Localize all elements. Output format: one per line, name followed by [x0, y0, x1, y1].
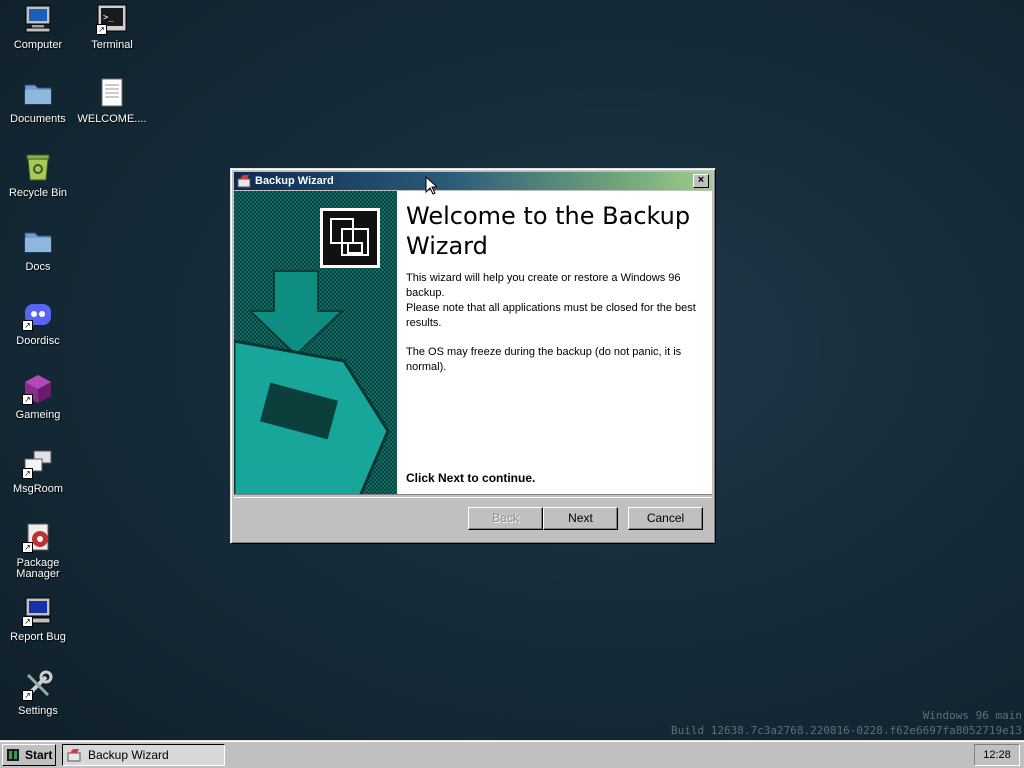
start-label: Start [25, 748, 53, 762]
wizard-sidebar-graphic [234, 191, 397, 494]
start-logo-icon [7, 749, 19, 761]
build-watermark-line2: Build 12638.7c3a2768.220816-0228.f62e669… [671, 724, 1022, 737]
close-button[interactable]: × [693, 174, 709, 188]
desktop-icon-label: Computer [13, 39, 63, 51]
shortcut-arrow-icon: ↗ [22, 542, 33, 553]
folder-icon [22, 225, 54, 257]
desktop-icon-label: Recycle Bin [8, 187, 68, 199]
backup-app-icon [237, 175, 251, 188]
desktop-icon-label: Settings [18, 705, 58, 717]
taskbar: Start Backup Wizard 12:28 [0, 740, 1024, 768]
computer-icon [22, 3, 54, 35]
desktop-icon-documents[interactable]: Documents [2, 77, 74, 125]
desktop-icon-settings[interactable]: ↗ Settings [2, 669, 74, 717]
mouse-cursor-icon [425, 176, 437, 195]
desktop-icon-label: Terminal [91, 39, 133, 51]
cancel-button[interactable]: Cancel [628, 507, 703, 530]
window-title: Backup Wizard [255, 175, 334, 187]
shortcut-arrow-icon: ↗ [96, 24, 107, 35]
shortcut-arrow-icon: ↗ [22, 616, 33, 627]
build-watermark-line1: Windows 96 main [922, 709, 1022, 722]
doordisc-icon: ↗ [22, 299, 54, 331]
backup-wizard-window: Backup Wizard × Welcome to the Backup Wi… [230, 168, 716, 544]
report-bug-icon: ↗ [22, 595, 54, 627]
desktop-icon-label: Report Bug [10, 631, 66, 643]
continue-hint: Click Next to continue. [406, 471, 536, 485]
wizard-description-2: Please note that all applications must b… [406, 302, 696, 329]
shortcut-arrow-icon: ↗ [22, 468, 33, 479]
game-cube-icon: ↗ [22, 373, 54, 405]
desktop-icon-terminal[interactable]: >_ ↗ Terminal [76, 3, 148, 51]
desktop-icon-computer[interactable]: Computer [2, 3, 74, 51]
desktop-icon-label: Documents [10, 113, 66, 125]
shortcut-arrow-icon: ↗ [22, 394, 33, 405]
taskbar-item-label: Backup Wizard [88, 748, 169, 762]
recycle-bin-icon [22, 151, 54, 183]
text-file-icon [96, 77, 128, 109]
shortcut-arrow-icon: ↗ [22, 320, 33, 331]
desktop-icon-label: Package Manager [16, 557, 60, 580]
wizard-heading: Welcome to the Backup Wizard [406, 202, 691, 260]
backup-app-icon [67, 749, 81, 762]
wizard-content: Welcome to the Backup Wizard This wizard… [397, 191, 712, 494]
back-button[interactable]: Back [468, 507, 543, 530]
desktop-icon-gameing[interactable]: ↗ Gameing [2, 373, 74, 421]
wizard-description-1: This wizard will help you create or rest… [406, 272, 681, 299]
close-icon: × [697, 174, 705, 186]
desktop-icon-label: Gameing [15, 409, 61, 421]
desktop-icon-doordisc[interactable]: ↗ Doordisc [2, 299, 74, 347]
desktop-icon-recycle-bin[interactable]: Recycle Bin [2, 151, 74, 199]
next-button[interactable]: Next [543, 507, 618, 530]
package-manager-icon: ↗ [22, 521, 54, 553]
shortcut-arrow-icon: ↗ [22, 690, 33, 701]
wizard-description-3: The OS may freeze during the backup (do … [406, 346, 682, 373]
desktop-icon-label: WELCOME.... [77, 113, 147, 125]
settings-icon: ↗ [22, 669, 54, 701]
desktop-icon-label: MsgRoom [12, 483, 64, 495]
desktop-icon-label: Docs [25, 261, 51, 273]
svg-text:>_: >_ [103, 13, 114, 23]
desktop-icon-docs[interactable]: Docs [2, 225, 74, 273]
desktop-icon-welcome[interactable]: WELCOME.... [76, 77, 148, 125]
start-button[interactable]: Start [2, 744, 56, 766]
desktop-icon-msgroom[interactable]: ↗ MsgRoom [2, 447, 74, 495]
window-titlebar[interactable]: Backup Wizard × [234, 172, 712, 190]
folder-icon [22, 77, 54, 109]
taskbar-item-backup-wizard[interactable]: Backup Wizard [62, 744, 225, 766]
desktop-icon-package-manager[interactable]: ↗ Package Manager [2, 521, 74, 580]
taskbar-clock[interactable]: 12:28 [974, 744, 1020, 766]
chat-icon: ↗ [22, 447, 54, 479]
desktop-icon-label: Doordisc [16, 335, 60, 347]
terminal-icon: >_ ↗ [96, 3, 128, 35]
desktop-icon-report-bug[interactable]: ↗ Report Bug [2, 595, 74, 643]
button-separator [234, 494, 712, 498]
